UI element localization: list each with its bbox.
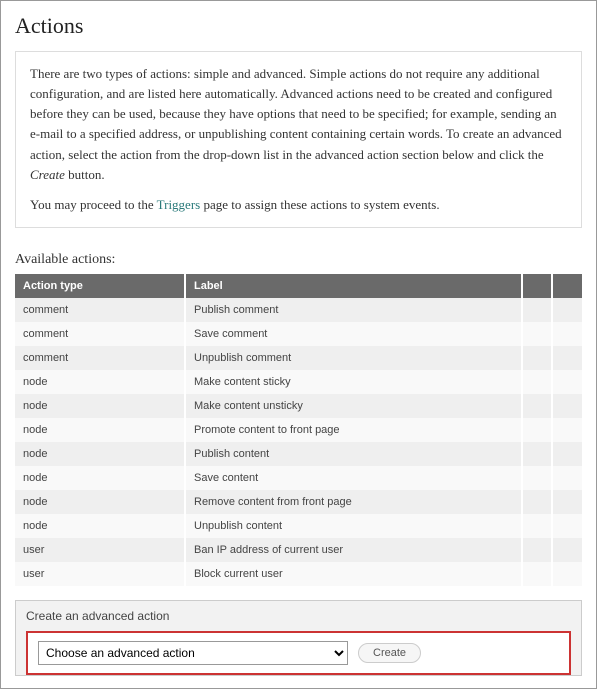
action-op-cell <box>552 370 582 394</box>
table-row: userBlock current user <box>15 562 582 586</box>
table-row: commentPublish comment <box>15 298 582 322</box>
action-label-cell: Block current user <box>185 562 522 586</box>
action-op-cell <box>552 490 582 514</box>
action-type-cell: comment <box>15 322 185 346</box>
action-type-cell: node <box>15 490 185 514</box>
action-type-cell: node <box>15 418 185 442</box>
action-op-cell <box>552 562 582 586</box>
action-type-cell: node <box>15 466 185 490</box>
action-label-cell: Publish comment <box>185 298 522 322</box>
info-paragraph-2: You may proceed to the Triggers page to … <box>30 195 567 215</box>
action-op-cell <box>522 490 552 514</box>
action-op-cell <box>522 538 552 562</box>
table-header-type: Action type <box>15 274 185 298</box>
table-header-op2 <box>552 274 582 298</box>
advanced-action-title: Create an advanced action <box>26 609 571 623</box>
action-op-cell <box>522 394 552 418</box>
action-type-cell: node <box>15 442 185 466</box>
action-type-cell: node <box>15 394 185 418</box>
action-op-cell <box>522 370 552 394</box>
info-text: There are two types of actions: simple a… <box>30 66 562 162</box>
action-op-cell <box>522 322 552 346</box>
available-actions-label: Available actions: <box>15 252 582 268</box>
action-label-cell: Ban IP address of current user <box>185 538 522 562</box>
table-row: nodeMake content sticky <box>15 370 582 394</box>
action-op-cell <box>522 562 552 586</box>
action-op-cell <box>552 466 582 490</box>
advanced-action-controls: Choose an advanced action Create <box>26 631 571 675</box>
triggers-link[interactable]: Triggers <box>157 197 201 212</box>
create-button[interactable]: Create <box>358 643 421 663</box>
info-paragraph-1: There are two types of actions: simple a… <box>30 64 567 185</box>
action-label-cell: Unpublish content <box>185 514 522 538</box>
action-label-cell: Remove content from front page <box>185 490 522 514</box>
advanced-action-select[interactable]: Choose an advanced action <box>38 641 348 665</box>
table-row: nodePublish content <box>15 442 582 466</box>
page-title: Actions <box>15 13 582 39</box>
action-op-cell <box>552 418 582 442</box>
table-header-label: Label <box>185 274 522 298</box>
action-op-cell <box>522 298 552 322</box>
table-row: nodeUnpublish content <box>15 514 582 538</box>
action-label-cell: Save comment <box>185 322 522 346</box>
action-op-cell <box>522 442 552 466</box>
table-header-op1 <box>522 274 552 298</box>
action-op-cell <box>552 514 582 538</box>
action-op-cell <box>522 466 552 490</box>
action-type-cell: user <box>15 538 185 562</box>
table-row: commentUnpublish comment <box>15 346 582 370</box>
table-row: userBan IP address of current user <box>15 538 582 562</box>
table-row: commentSave comment <box>15 322 582 346</box>
action-type-cell: node <box>15 514 185 538</box>
action-op-cell <box>552 442 582 466</box>
action-label-cell: Promote content to front page <box>185 418 522 442</box>
action-type-cell: user <box>15 562 185 586</box>
table-row: nodeSave content <box>15 466 582 490</box>
action-type-cell: comment <box>15 298 185 322</box>
advanced-action-section: Create an advanced action Choose an adva… <box>15 600 582 676</box>
action-op-cell <box>552 346 582 370</box>
table-row: nodeMake content unsticky <box>15 394 582 418</box>
info-text: page to assign these actions to system e… <box>200 197 439 212</box>
action-op-cell <box>522 346 552 370</box>
actions-table: Action type Label commentPublish comment… <box>15 274 582 586</box>
info-box: There are two types of actions: simple a… <box>15 51 582 228</box>
info-text: button. <box>65 167 105 182</box>
action-label-cell: Make content unsticky <box>185 394 522 418</box>
table-row: nodeRemove content from front page <box>15 490 582 514</box>
action-label-cell: Publish content <box>185 442 522 466</box>
action-type-cell: comment <box>15 346 185 370</box>
action-label-cell: Save content <box>185 466 522 490</box>
action-op-cell <box>552 538 582 562</box>
action-label-cell: Unpublish comment <box>185 346 522 370</box>
action-op-cell <box>552 298 582 322</box>
action-op-cell <box>552 322 582 346</box>
action-op-cell <box>522 418 552 442</box>
table-row: nodePromote content to front page <box>15 418 582 442</box>
action-label-cell: Make content sticky <box>185 370 522 394</box>
create-word-em: Create <box>30 167 65 182</box>
info-text: You may proceed to the <box>30 197 157 212</box>
action-op-cell <box>522 514 552 538</box>
action-type-cell: node <box>15 370 185 394</box>
action-op-cell <box>552 394 582 418</box>
